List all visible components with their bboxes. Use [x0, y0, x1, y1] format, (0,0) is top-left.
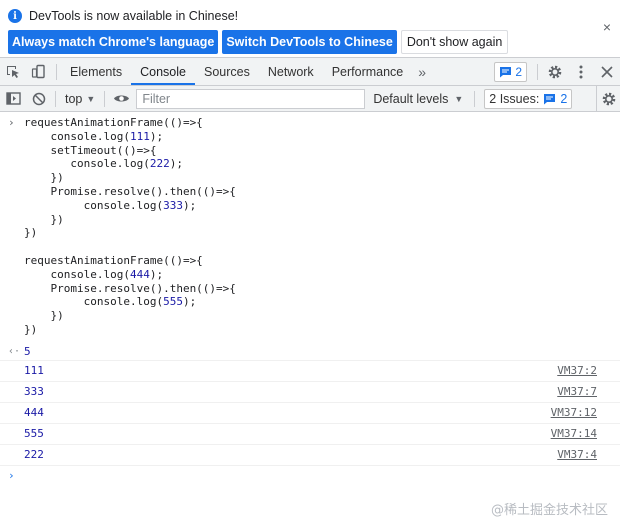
chevron-down-icon: ▼	[454, 93, 464, 104]
messages-badge-button[interactable]: 2	[494, 61, 527, 82]
sidebar-toggle-icon[interactable]	[0, 86, 26, 111]
info-icon: i	[8, 9, 22, 23]
kebab-menu-icon[interactable]	[568, 58, 594, 85]
switch-chinese-button[interactable]: Switch DevTools to Chinese	[222, 30, 397, 54]
tab-console[interactable]: Console	[131, 58, 195, 85]
log-value: 222	[24, 448, 44, 461]
log-value: 444	[24, 406, 44, 419]
log-source-link[interactable]: VM37:14	[551, 424, 597, 444]
toolbar-divider	[55, 90, 56, 107]
log-value: 111	[24, 364, 44, 377]
chevron-right-icon: ›	[8, 116, 15, 129]
tabbar-right-controls: 2	[494, 58, 620, 85]
log-source-link[interactable]: VM37:2	[557, 361, 597, 381]
context-selector[interactable]: top ▼	[59, 92, 101, 106]
filter-input[interactable]	[136, 88, 366, 109]
chevron-down-icon: ▼	[86, 93, 96, 104]
match-language-button[interactable]: Always match Chrome's language	[8, 30, 219, 54]
devtools-tabbar: Elements Console Sources Network Perform…	[0, 58, 620, 86]
console-toolbar: top ▼ Default levels ▼ 2 Issues: 2	[0, 86, 620, 112]
console-input-entry: › requestAnimationFrame(()=>{ console.lo…	[0, 112, 620, 343]
result-row: ‹· 5	[0, 343, 620, 361]
log-source-link[interactable]: VM37:12	[551, 403, 597, 423]
chevron-right-icon: ›	[8, 469, 15, 482]
context-label: top	[65, 91, 83, 106]
tab-network[interactable]: Network	[259, 58, 323, 85]
toolbar-divider	[56, 63, 57, 80]
log-row: 444 VM37:12	[0, 403, 620, 424]
log-row: 555 VM37:14	[0, 424, 620, 445]
close-icon[interactable]: ×	[600, 20, 614, 34]
console-settings-gear-icon[interactable]	[596, 86, 620, 111]
gear-icon[interactable]	[542, 58, 568, 85]
toolbar-divider	[474, 90, 476, 107]
more-tabs-icon[interactable]: »	[412, 64, 432, 80]
device-toolbar-icon[interactable]	[26, 58, 52, 85]
message-icon	[500, 66, 512, 77]
issues-count: 2	[560, 91, 568, 106]
tab-sources[interactable]: Sources	[195, 58, 259, 85]
log-row: 111 VM37:2	[0, 361, 620, 382]
language-infobar: i DevTools is now available in Chinese! …	[0, 0, 620, 58]
tab-performance[interactable]: Performance	[323, 58, 413, 85]
log-row: 222 VM37:4	[0, 445, 620, 466]
dont-show-again-button[interactable]: Don't show again	[400, 30, 509, 54]
log-value: 555	[24, 427, 44, 440]
close-devtools-icon[interactable]	[594, 58, 620, 85]
eye-icon[interactable]	[108, 86, 134, 111]
return-value: 5	[24, 345, 31, 358]
log-levels-dropdown[interactable]: Default levels ▼	[365, 92, 471, 106]
infobar-message-row: i DevTools is now available in Chinese!	[8, 8, 238, 24]
log-value: 333	[24, 385, 44, 398]
issues-button[interactable]: 2 Issues: 2	[484, 88, 573, 109]
toolbar-divider	[104, 90, 106, 107]
message-icon	[544, 93, 556, 104]
log-levels-label: Default levels	[373, 91, 449, 106]
log-row: 333 VM37:7	[0, 382, 620, 403]
log-source-link[interactable]: VM37:4	[557, 445, 597, 465]
watermark: @稀土掘金技术社区	[490, 503, 608, 518]
log-source-link[interactable]: VM37:7	[557, 382, 597, 402]
toolbar-divider	[537, 63, 538, 80]
infobar-buttons: Always match Chrome's language Switch De…	[8, 30, 509, 54]
clear-console-icon[interactable]	[26, 86, 52, 111]
tab-elements[interactable]: Elements	[61, 58, 131, 85]
issues-label: 2 Issues:	[489, 91, 540, 106]
infobar-message: DevTools is now available in Chinese!	[29, 9, 239, 23]
return-arrow-icon: ‹·	[8, 346, 21, 357]
inspect-element-icon[interactable]	[0, 58, 26, 85]
console-output[interactable]: › requestAnimationFrame(()=>{ console.lo…	[0, 112, 620, 524]
messages-count: 2	[515, 64, 522, 79]
console-prompt[interactable]: ›	[0, 466, 620, 486]
input-code: requestAnimationFrame(()=>{ console.log(…	[24, 116, 236, 336]
